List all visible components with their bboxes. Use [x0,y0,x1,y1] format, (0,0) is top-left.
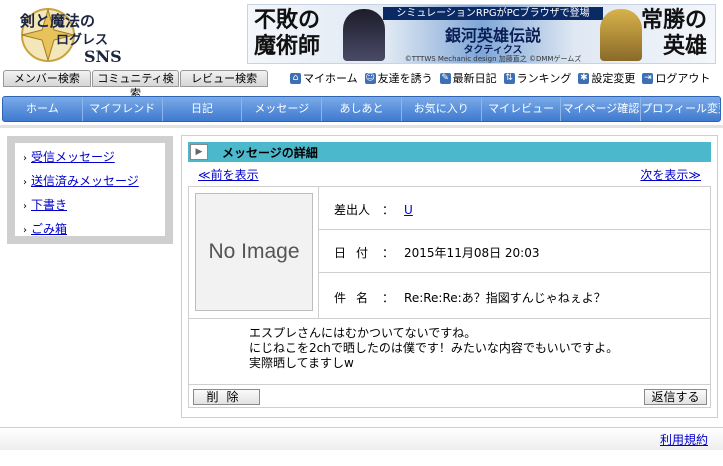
message-sidebar: › 受信メッセージ › 送信済みメッセージ › 下書き › ごみ箱 [7,136,173,244]
next-message-link[interactable]: 次を表示≫ [640,166,701,183]
subject-value: Re:Re:Re:あ？指図すんじゃねぇよ？ [404,291,606,305]
gear-icon: ✱ [578,73,590,84]
tab-review-search[interactable]: レビュー検索 [180,70,269,87]
date-value: 2015年11月08日 20:03 [404,246,540,260]
home-icon: ⌂ [290,73,301,84]
nav-favorites[interactable]: お気に入り [402,97,482,121]
sender-avatar[interactable]: No Image [195,193,313,311]
util-invite-friends[interactable]: ☺ 友達を誘う [364,70,433,87]
colon: ： [382,203,395,217]
chevron-right-icon: › [23,225,27,236]
subject-row: 件名： Re:Re:Re:あ？指図すんじゃねぇよ？ [334,289,606,306]
logo-text-mid: ログレス [56,32,108,48]
divider [318,272,711,273]
chevron-right-icon: › [23,177,27,188]
util-my-home-label: マイホーム [303,72,358,85]
message-actions [188,384,711,408]
logo-emblem: 剣と魔法の ログレス SNS [19,8,122,66]
message-body-line: にじねこを2chで晒したのは僕です！みたいな内容でもいいですよ。 [249,341,619,355]
util-ranking[interactable]: ⇅ ランキング [503,70,572,87]
ad-banner[interactable]: 不敗の 魔術師 シミュレーションRPGがPCブラウザで登場 銀河英雄伝説 タクテ… [247,4,716,64]
logout-icon: ⇥ [642,73,654,84]
nav-my-reviews[interactable]: マイレビュー [482,97,562,121]
ranking-icon: ⇅ [503,73,515,84]
sidebar-item-trash-label[interactable]: ごみ箱 [31,222,67,236]
logo-text-sns: SNS [84,47,122,66]
divider [318,229,711,230]
date-label: 日付 [334,246,379,260]
util-my-home[interactable]: ⌂ マイホーム [290,70,358,87]
banner-right-line-2: 英雄 [662,33,707,59]
util-invite-friends-label: 友達を誘う [377,72,433,85]
util-logout[interactable]: ⇥ ログアウト [642,70,710,87]
delete-button[interactable]: 削除 [193,389,260,405]
nav-profile-edit[interactable]: プロフィール変更 [641,97,720,121]
header-divider [0,125,723,128]
colon: ： [382,291,395,305]
util-latest-diary[interactable]: ✎ 最新日記 [439,70,497,87]
nav-mypage-check[interactable]: マイページ確認 [561,97,642,121]
sidebar-item-drafts-label[interactable]: 下書き [31,198,67,212]
sender-label: 差出人 [334,203,371,217]
tab-community-search[interactable]: コミュニティ検索 [91,70,180,100]
divider [318,187,319,318]
sidebar-item-inbox[interactable]: › 受信メッセージ [23,146,165,170]
sidebar-item-inbox-label[interactable]: 受信メッセージ [31,150,115,164]
nav-home[interactable]: ホーム [3,97,83,121]
nav-footprints[interactable]: あしあと [322,97,402,121]
person-icon: ☺ [364,73,376,84]
util-logout-label: ログアウト [655,72,711,85]
divider [188,318,711,319]
colon: ： [382,246,395,260]
footer: 利用規約 [0,427,723,450]
banner-right-title: 常勝の 英雄 [641,7,707,59]
triangle-right-icon: ▶ [190,144,208,160]
sidebar-item-trash[interactable]: › ごみ箱 [23,218,165,242]
chevron-right-icon: › [23,153,27,164]
banner-top-strip: シミュレーションRPGがPCブラウザで登場 [383,7,603,20]
banner-character-right [600,9,642,61]
reply-button[interactable]: 返信する [644,389,707,405]
nav-diary[interactable]: 日記 [163,97,243,121]
sidebar-item-sent[interactable]: › 送信済みメッセージ [23,170,165,194]
terms-link[interactable]: 利用規約 [660,431,708,448]
page-title: メッセージの詳細 [222,145,318,160]
sidebar-item-drafts[interactable]: › 下書き [23,194,165,218]
main-nav: ホーム マイフレンド 日記 メッセージ あしあと お気に入り マイレビュー マイ… [2,96,721,122]
message-body-line: 実際晒してますしw [249,356,354,370]
util-settings-label: 設定変更 [591,72,636,85]
tab-member-search[interactable]: メンバー検索 [3,70,91,87]
pencil-icon: ✎ [439,73,451,84]
sender-row: 差出人 ： U [334,201,413,218]
message-body: エスプレさんにはむかついてないですね。 にじねこを2chで晒したのは僕です！みた… [249,326,618,371]
content-header: ▶ メッセージの詳細 [188,142,711,162]
utility-nav: ⌂ マイホーム ☺ 友達を誘う ✎ 最新日記 ⇅ ランキング ✱ 設定変更 ⇥ ログアウト [290,70,710,87]
subject-label: 件名 [334,291,379,305]
chevron-right-icon: › [23,201,27,212]
nav-messages[interactable]: メッセージ [242,97,323,121]
banner-left-line-2: 魔術師 [254,33,321,59]
banner-copyright: ©TTTWS Mechanic design 加藤直之 ©DMMゲームズ [404,55,582,63]
util-latest-diary-label: 最新日記 [452,72,497,85]
banner-left-line-1: 不敗の [254,7,321,33]
search-tabs: メンバー検索 コミュニティ検索 レビュー検索 [3,70,269,100]
nav-my-friends[interactable]: マイフレンド [83,97,163,121]
message-body-line: エスプレさんにはむかついてないですね。 [249,326,477,340]
util-ranking-label: ランキング [516,72,572,85]
sender-link[interactable]: U [404,203,413,217]
sidebar-item-sent-label[interactable]: 送信済みメッセージ [31,174,139,188]
date-row: 日付： 2015年11月08日 20:03 [334,244,540,261]
logo-text-top: 剣と魔法の [19,12,95,30]
banner-character-left [343,9,385,61]
util-settings[interactable]: ✱ 設定変更 [578,70,635,87]
site-logo[interactable]: 剣と魔法の ログレス SNS [8,2,158,68]
banner-right-line-1: 常勝の [640,7,707,33]
prev-message-link[interactable]: ≪前を表示 [198,166,259,183]
banner-left-title: 不敗の 魔術師 [254,7,320,59]
